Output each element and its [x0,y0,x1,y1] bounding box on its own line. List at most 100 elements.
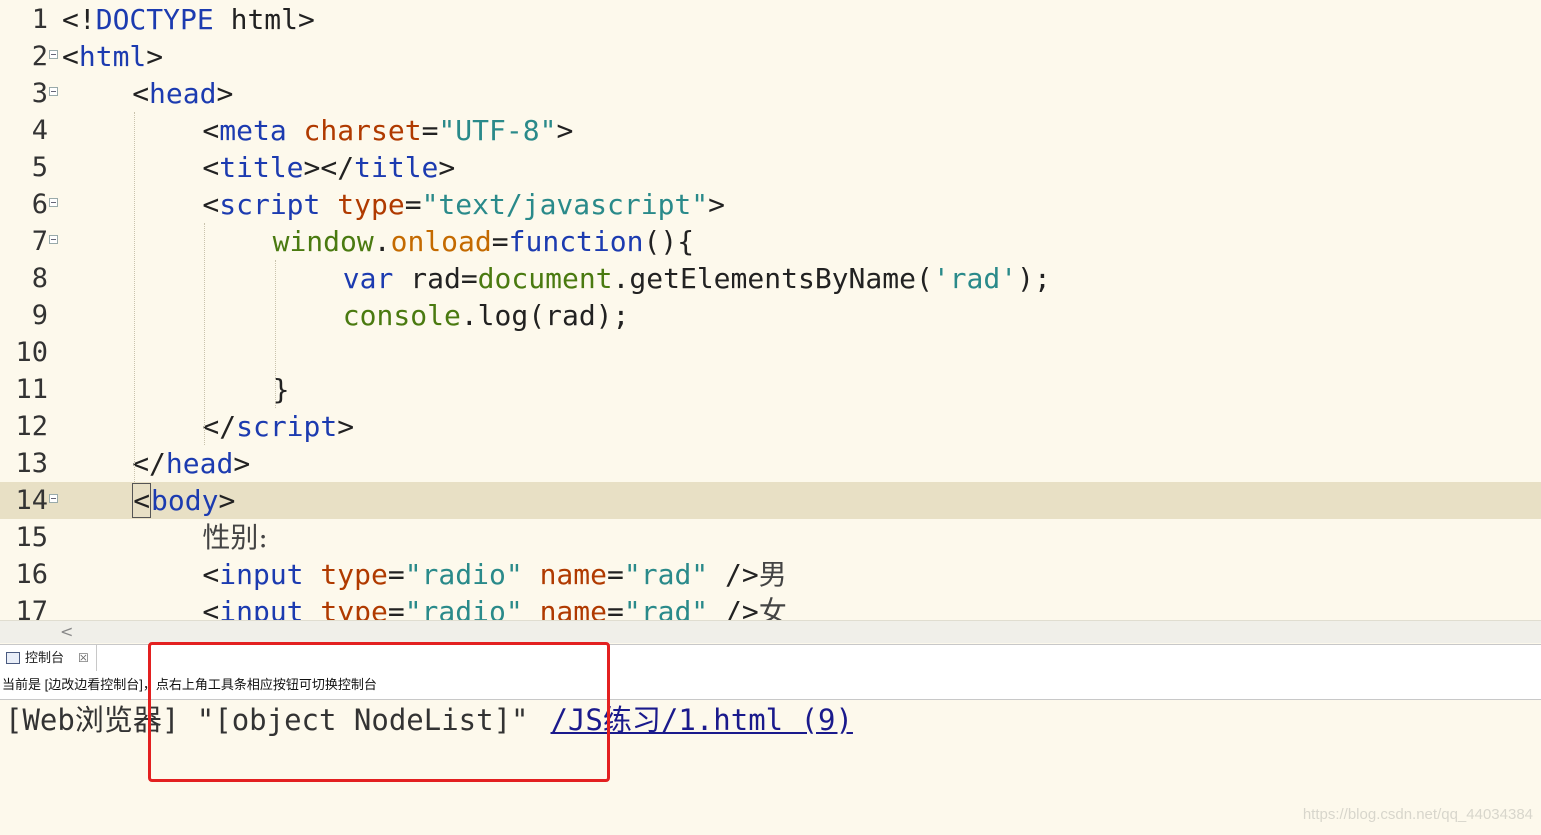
code-token: DOCTYPE [95,3,214,36]
code-token: 男 [758,558,787,591]
code-token: rad [393,262,461,295]
code-line[interactable]: 7 window.onload=function(){ [0,223,1541,260]
line-number: 2 [31,41,48,72]
code-line[interactable]: 17 <input type="radio" name="rad" />女 [0,593,1541,620]
code-line[interactable]: 14 <body> [0,482,1541,519]
code-text: <head> [132,75,233,112]
code-token: = [460,262,478,295]
line-number: 1 [31,4,48,35]
code-token: html> [213,3,315,36]
code-token: 性别: [202,521,268,554]
code-token: < [202,595,220,620]
code-token: function [508,225,644,258]
line-number: 14 [15,485,48,516]
indent-guide [134,112,136,482]
code-line[interactable]: 1 <!DOCTYPE html> [0,1,1541,38]
code-token: onload [390,225,492,258]
horizontal-scrollbar[interactable]: < [0,620,1541,643]
line-number: 7 [31,226,48,257]
line-number: 10 [15,337,48,368]
code-token: ); [1017,262,1051,295]
code-token: > [233,447,251,480]
code-token: /> [708,595,759,620]
code-token: meta [219,114,287,147]
code-text: </script> [202,408,354,445]
code-token: "rad" [623,558,709,591]
code-token: </ [132,447,166,480]
fold-toggle-icon[interactable] [49,50,58,59]
code-editor[interactable]: 1 <!DOCTYPE html> 2 <html> 3 <head> 4 <meta cha… [0,0,1541,620]
code-line[interactable]: 13 </head> [0,445,1541,482]
code-text: 性别: [202,519,267,556]
code-line[interactable]: 12 </script> [0,408,1541,445]
code-token: name [539,595,608,620]
code-token: </ [202,410,237,443]
red-highlight-box [148,642,610,782]
code-token: > [438,151,456,184]
line-number: 4 [31,115,48,146]
code-token: < [202,151,220,184]
code-token: > [216,77,234,110]
code-line[interactable]: 8 var rad=document.getElementsByName('rad… [0,260,1541,297]
fold-toggle-icon[interactable] [49,235,58,244]
code-token: "radio" [404,595,523,620]
code-token: = [404,188,422,221]
code-line[interactable]: 16 <input type="radio" name="rad" />男 [0,556,1541,593]
code-token: "rad" [623,595,709,620]
code-line[interactable]: 6 <script type="text/javascript"> [0,186,1541,223]
line-number: 6 [31,189,48,220]
close-icon[interactable]: ☒ [78,645,89,671]
code-token: script [236,410,338,443]
code-token: = [607,558,624,591]
code-token: title [354,151,439,184]
code-token: = [491,225,509,258]
line-number: 11 [15,374,48,405]
code-line[interactable]: 5 <title></title> [0,149,1541,186]
code-token: = [387,595,405,620]
code-token: "UTF-8" [438,114,557,147]
code-token: ></ [303,151,355,184]
line-number: 17 [15,596,48,620]
code-line[interactable]: 3 <head> [0,75,1541,112]
code-token: < [132,77,150,110]
code-token: var [342,262,394,295]
code-text: <!DOCTYPE html> [62,1,315,38]
fold-toggle-icon[interactable] [49,87,58,96]
indent-guide [274,260,276,408]
code-line[interactable]: 15 性别: [0,519,1541,556]
code-token: type [320,595,388,620]
code-token: < [62,40,79,73]
code-token: input [219,558,304,591]
code-line[interactable]: 11} [0,371,1541,408]
code-token: charset [303,114,422,147]
fold-toggle-icon[interactable] [49,198,58,207]
line-number: 12 [15,411,48,442]
indent-guide [204,223,206,445]
code-line[interactable]: 10 [0,334,1541,371]
code-token: head [149,77,217,110]
code-line[interactable]: 4 <meta charset="UTF-8"> [0,112,1541,149]
code-token: 女 [758,595,787,620]
fold-toggle-icon[interactable] [49,494,58,503]
code-text: <meta charset="UTF-8"> [202,112,573,149]
line-number: 13 [15,448,48,479]
code-token: > [146,40,164,73]
code-line[interactable]: 2 <html> [0,38,1541,75]
code-token: "radio" [404,558,523,591]
code-token: .getElementsByName( [612,262,933,295]
line-number: 8 [31,263,48,294]
scroll-left-icon[interactable]: < [60,621,73,643]
code-line[interactable]: 9 console.log(rad); [0,297,1541,334]
code-token: html [78,40,147,73]
code-token: "text/javascript" [421,188,709,221]
code-token: < [132,483,152,518]
line-number: 3 [31,78,48,109]
code-token: > [337,410,355,443]
console-icon [6,652,20,664]
tab-console[interactable]: 控制台 ☒ [0,645,97,671]
